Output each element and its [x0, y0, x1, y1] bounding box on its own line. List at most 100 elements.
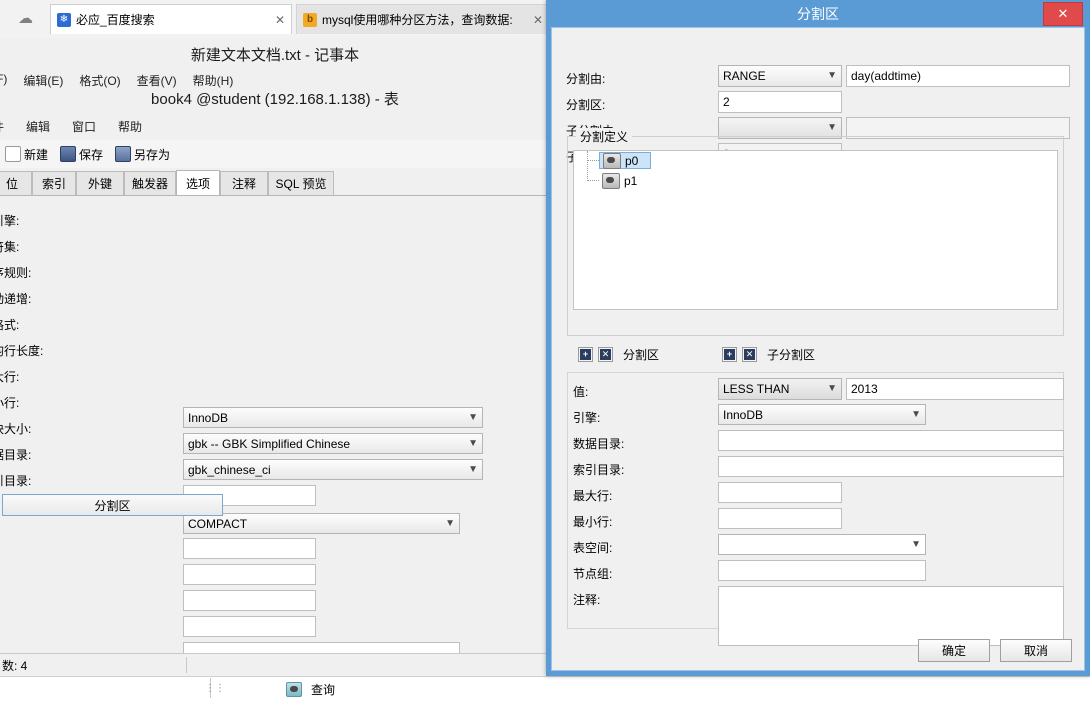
tab-triggers[interactable]: 触发器 [124, 171, 176, 195]
detail-min-rows-input[interactable] [718, 508, 842, 529]
status-field-count: 数: 4 [2, 658, 28, 673]
save-button-label: 保存 [79, 147, 104, 162]
tab-foreign-keys[interactable]: 外键 [76, 171, 124, 195]
partition-by-combo-value: RANGE [723, 69, 766, 83]
detail-comment-label: 注释: [573, 593, 601, 607]
browser-tab-1-close-icon[interactable]: ✕ [533, 13, 543, 27]
key-block-size-input[interactable] [183, 616, 316, 637]
partition-button[interactable]: 分割区 [2, 494, 223, 516]
value-operator-combo[interactable]: LESS THAN ▼ [718, 378, 842, 400]
detail-engine-combo-value: InnoDB [723, 407, 764, 422]
navicat-menubar[interactable]: 件 编辑 窗口 帮助 [0, 118, 142, 135]
delete-partition-button[interactable]: ✕ [598, 347, 613, 362]
navicat-tabstrip: 位 索引 外键 触发器 选项 注释 SQL 预览 [0, 168, 550, 196]
tree-connector-vertical [587, 151, 588, 181]
add-subpartition-button[interactable]: + [722, 347, 737, 362]
collation-label: 序规则: [0, 266, 32, 280]
tab-triggers-label: 触发器 [131, 177, 168, 191]
detail-index-dir-input[interactable] [718, 456, 1064, 477]
taskbar-item-query[interactable]: 查询 [286, 681, 335, 698]
avg-row-length-input[interactable] [183, 538, 316, 559]
detail-tablespace-combo[interactable]: ▼ [718, 534, 926, 555]
chevron-down-icon: ▼ [827, 70, 837, 81]
notepad-menu-view[interactable]: 查看(V) [137, 72, 177, 89]
tab-options-label: 选项 [185, 176, 210, 191]
dialog-titlebar: 分割区 ✕ [551, 0, 1085, 27]
tab-comment[interactable]: 注释 [220, 171, 268, 195]
dialog-title: 分割区 [797, 5, 839, 22]
plus-icon: + [724, 349, 735, 360]
cloud-icon[interactable]: ☁ [18, 11, 40, 27]
navicat-menu-file[interactable]: 件 [0, 118, 4, 135]
auto-increment-label: 动递增: [0, 292, 32, 306]
subpartition-toolbar-label: 子分割区 [767, 348, 816, 362]
browser-tab-0[interactable]: ❄ 必应_百度搜索 ✕ [50, 4, 292, 34]
delete-subpartition-button[interactable]: ✕ [742, 347, 757, 362]
notepad-menu-format[interactable]: 格式(O) [79, 72, 120, 89]
max-rows-input[interactable] [183, 564, 316, 585]
detail-engine-label: 引擎: [573, 411, 601, 425]
value-input[interactable]: 2013 [846, 378, 1064, 400]
partition-by-expression-input[interactable]: day(addtime) [846, 65, 1070, 87]
key-block-size-label: 块大小: [0, 422, 32, 436]
navicat-menu-help[interactable]: 帮助 [118, 118, 142, 135]
detail-nodegroup-input[interactable] [718, 560, 926, 581]
notepad-menu-file[interactable]: (F) [0, 72, 7, 89]
tab-foreign-keys-label: 外键 [87, 177, 112, 191]
partition-icon [602, 172, 620, 189]
navicat-menu-edit[interactable]: 编辑 [26, 118, 50, 135]
detail-engine-combo[interactable]: InnoDB ▼ [718, 404, 926, 425]
chevron-down-icon: ▼ [911, 538, 921, 550]
query-icon [286, 682, 302, 697]
value-label: 值: [573, 385, 589, 399]
detail-data-dir-input[interactable] [718, 430, 1064, 451]
partitions-input[interactable]: 2 [718, 91, 842, 113]
max-rows-label: 大行: [0, 370, 20, 384]
partition-by-label: 分割由: [566, 72, 606, 86]
tree-node-p1[interactable]: p1 [599, 172, 657, 189]
new-button-label: 新建 [24, 147, 49, 162]
charset-combo[interactable]: gbk -- GBK Simplified Chinese ▼ [183, 433, 483, 454]
tree-node-p1-label: p1 [624, 173, 638, 188]
browser-tab-1[interactable]: b mysql使用哪种分区方法，查询数据: ✕ [296, 4, 550, 34]
subpartition-toolbar: + ✕ 子分割区 [722, 346, 815, 363]
save-icon [60, 146, 77, 162]
tab-sql-preview[interactable]: SQL 预览 [268, 171, 334, 195]
notepad-menu-edit[interactable]: 编辑(E) [23, 72, 63, 89]
ok-button[interactable]: 确定 [918, 639, 990, 662]
browser-tab-1-label: mysql使用哪种分区方法，查询数据: [322, 13, 513, 27]
tab-indexes[interactable]: 索引 [32, 171, 76, 195]
tree-node-p0[interactable]: p0 [599, 152, 651, 169]
chevron-down-icon: ▼ [445, 517, 455, 529]
detail-index-dir-label: 索引目录: [573, 463, 625, 477]
notepad-menubar[interactable]: (F) 编辑(E) 格式(O) 查看(V) 帮助(H) [0, 72, 292, 89]
tab-fields[interactable]: 位 [0, 171, 32, 195]
row-format-combo[interactable]: COMPACT ▼ [183, 513, 460, 534]
detail-max-rows-label: 最大行: [573, 489, 613, 503]
navicat-menu-window[interactable]: 窗口 [72, 118, 96, 135]
add-partition-button[interactable]: + [578, 347, 593, 362]
save-as-button[interactable]: 另存为 [112, 145, 173, 164]
min-rows-input[interactable] [183, 590, 316, 611]
new-button[interactable]: 新建 [2, 145, 51, 164]
save-button[interactable]: 保存 [57, 145, 106, 164]
partition-tree[interactable]: p0 p1 [573, 150, 1058, 310]
detail-data-dir-label: 数据目录: [573, 437, 625, 451]
cancel-button[interactable]: 取消 [1000, 639, 1072, 662]
partition-dialog: 分割区 ✕ 分割由: RANGE ▼ day(addtime) 分割区: 2 子分… [546, 0, 1090, 676]
close-icon[interactable]: ✕ [1043, 2, 1083, 26]
partition-by-combo[interactable]: RANGE ▼ [718, 65, 842, 87]
engine-combo-value: InnoDB [188, 410, 229, 425]
notepad-menu-help[interactable]: 帮助(H) [193, 72, 234, 89]
engine-combo[interactable]: InnoDB ▼ [183, 407, 483, 428]
tab-options[interactable]: 选项 [176, 170, 220, 195]
partition-definition-legend: 分割定义 [576, 128, 633, 145]
taskbar [0, 676, 1090, 701]
collation-combo[interactable]: gbk_chinese_ci ▼ [183, 459, 483, 480]
detail-comment-textarea[interactable] [718, 586, 1064, 646]
taskbar-grip-icon[interactable]: ⋮⋮ [205, 683, 225, 694]
browser-tab-0-close-icon[interactable]: ✕ [275, 13, 285, 27]
detail-max-rows-input[interactable] [718, 482, 842, 503]
tab-indexes-label: 索引 [41, 177, 66, 191]
navicat-title: book4 @student (192.168.1.138) - 表 [151, 91, 399, 108]
